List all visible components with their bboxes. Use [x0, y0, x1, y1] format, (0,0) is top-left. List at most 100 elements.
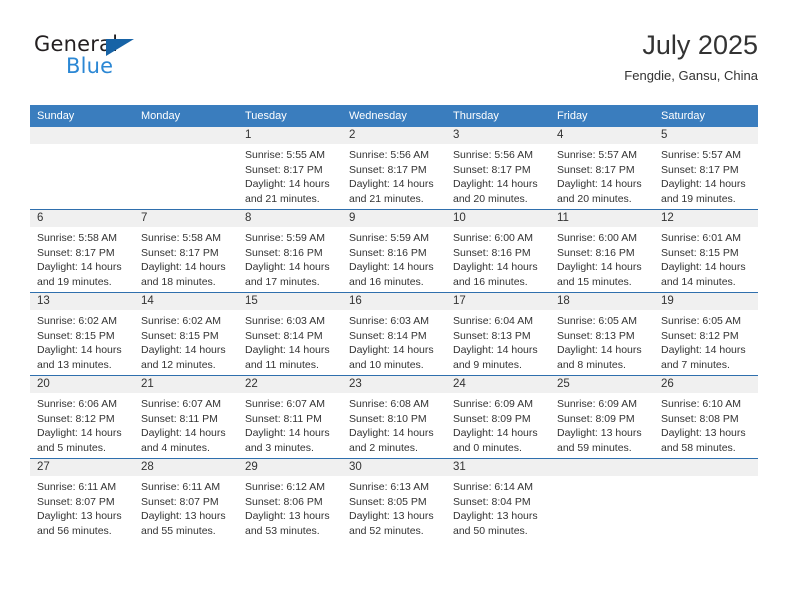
daylight-text: Daylight: 14 hours and 9 minutes.: [453, 344, 538, 371]
calendar-day-cell[interactable]: 10 Sunrise: 6:00 AM Sunset: 8:16 PM Dayligh…: [446, 209, 550, 293]
weekday-header-monday: Monday: [134, 105, 238, 127]
calendar-empty-cell: [30, 127, 134, 210]
calendar-day-cell[interactable]: 28 Sunrise: 6:11 AM Sunset: 8:07 PM Dayligh…: [134, 458, 238, 541]
calendar-day-cell[interactable]: 29 Sunrise: 6:12 AM Sunset: 8:06 PM Dayligh…: [238, 458, 342, 541]
daylight-text: Daylight: 13 hours and 59 minutes.: [557, 427, 642, 454]
calendar-day-cell[interactable]: 2 Sunrise: 5:56 AM Sunset: 8:17 PM Daylight…: [342, 127, 446, 210]
calendar-day-cell[interactable]: 27 Sunrise: 6:11 AM Sunset: 8:07 PM Dayligh…: [30, 458, 134, 541]
calendar-day-cell[interactable]: 23 Sunrise: 6:08 AM Sunset: 8:10 PM Dayligh…: [342, 375, 446, 459]
sunset-text: Sunset: 8:17 PM: [349, 163, 427, 176]
calendar-day-cell[interactable]: 8 Sunrise: 5:59 AM Sunset: 8:16 PM Daylight…: [238, 209, 342, 293]
calendar-day-cell[interactable]: 4 Sunrise: 5:57 AM Sunset: 8:17 PM Daylight…: [550, 127, 654, 210]
day-details: Sunrise: 5:57 AM Sunset: 8:17 PM Daylight:…: [654, 144, 758, 206]
daylight-text: Daylight: 14 hours and 19 minutes.: [661, 178, 746, 205]
calendar-day-cell[interactable]: 16 Sunrise: 6:03 AM Sunset: 8:14 PM Dayligh…: [342, 292, 446, 376]
sunset-text: Sunset: 8:17 PM: [141, 246, 219, 259]
calendar-day-cell[interactable]: 25 Sunrise: 6:09 AM Sunset: 8:09 PM Dayligh…: [550, 375, 654, 459]
sunrise-text: Sunrise: 6:07 AM: [141, 398, 221, 410]
day-details: Sunrise: 6:10 AM Sunset: 8:08 PM Daylight:…: [654, 393, 758, 455]
sunset-text: Sunset: 8:10 PM: [349, 412, 427, 425]
day-details: Sunrise: 6:12 AM Sunset: 8:06 PM Daylight:…: [238, 476, 342, 538]
calendar-day-cell[interactable]: 12 Sunrise: 6:01 AM Sunset: 8:15 PM Dayligh…: [654, 209, 758, 293]
daylight-text: Daylight: 14 hours and 16 minutes.: [349, 261, 434, 288]
calendar-empty-cell: [654, 458, 758, 541]
calendar-day-cell[interactable]: 1 Sunrise: 5:55 AM Sunset: 8:17 PM Daylight…: [238, 127, 342, 210]
sunrise-text: Sunrise: 6:00 AM: [453, 232, 533, 244]
calendar-day-cell[interactable]: 22 Sunrise: 6:07 AM Sunset: 8:11 PM Dayligh…: [238, 375, 342, 459]
day-number: 15: [238, 293, 342, 310]
day-details: Sunrise: 6:01 AM Sunset: 8:15 PM Daylight:…: [654, 227, 758, 289]
day-number: 17: [446, 293, 550, 310]
sunrise-text: Sunrise: 6:09 AM: [453, 398, 533, 410]
calendar-day-cell[interactable]: 13 Sunrise: 6:02 AM Sunset: 8:15 PM Dayligh…: [30, 292, 134, 376]
day-details: Sunrise: 6:02 AM Sunset: 8:15 PM Daylight:…: [30, 310, 134, 372]
title-block: July 2025 Fengdie, Gansu, China: [624, 28, 758, 86]
weekday-header-thursday: Thursday: [446, 105, 550, 127]
day-number: 24: [446, 376, 550, 393]
calendar-day-cell[interactable]: 14 Sunrise: 6:02 AM Sunset: 8:15 PM Dayligh…: [134, 292, 238, 376]
sunset-text: Sunset: 8:15 PM: [37, 329, 115, 342]
sunset-text: Sunset: 8:07 PM: [37, 495, 115, 508]
calendar-day-cell[interactable]: 11 Sunrise: 6:00 AM Sunset: 8:16 PM Dayligh…: [550, 209, 654, 293]
calendar-day-cell[interactable]: 21 Sunrise: 6:07 AM Sunset: 8:11 PM Dayligh…: [134, 375, 238, 459]
day-number: 12: [654, 210, 758, 227]
daylight-text: Daylight: 13 hours and 56 minutes.: [37, 510, 122, 537]
calendar-day-cell[interactable]: 31 Sunrise: 6:14 AM Sunset: 8:04 PM Dayligh…: [446, 458, 550, 541]
sunrise-text: Sunrise: 6:05 AM: [557, 315, 637, 327]
calendar-day-cell[interactable]: 18 Sunrise: 6:05 AM Sunset: 8:13 PM Dayligh…: [550, 292, 654, 376]
day-details: Sunrise: 5:55 AM Sunset: 8:17 PM Daylight:…: [238, 144, 342, 206]
calendar-day-cell[interactable]: 9 Sunrise: 5:59 AM Sunset: 8:16 PM Daylight…: [342, 209, 446, 293]
calendar-day-cell[interactable]: 20 Sunrise: 6:06 AM Sunset: 8:12 PM Dayligh…: [30, 375, 134, 459]
day-details: Sunrise: 5:58 AM Sunset: 8:17 PM Daylight:…: [134, 227, 238, 289]
sunrise-text: Sunrise: 6:12 AM: [245, 481, 325, 493]
day-details: Sunrise: 6:00 AM Sunset: 8:16 PM Daylight:…: [446, 227, 550, 289]
daylight-text: Daylight: 13 hours and 55 minutes.: [141, 510, 226, 537]
day-details: Sunrise: 6:09 AM Sunset: 8:09 PM Daylight:…: [446, 393, 550, 455]
day-number: 20: [30, 376, 134, 393]
day-number: 22: [238, 376, 342, 393]
sunset-text: Sunset: 8:17 PM: [453, 163, 531, 176]
sunrise-text: Sunrise: 6:02 AM: [37, 315, 117, 327]
day-number: 10: [446, 210, 550, 227]
daylight-text: Daylight: 14 hours and 2 minutes.: [349, 427, 434, 454]
day-details: Sunrise: 6:02 AM Sunset: 8:15 PM Daylight:…: [134, 310, 238, 372]
sunrise-text: Sunrise: 6:11 AM: [141, 481, 221, 493]
day-details: Sunrise: 6:03 AM Sunset: 8:14 PM Daylight:…: [238, 310, 342, 372]
sunset-text: Sunset: 8:14 PM: [245, 329, 323, 342]
calendar-day-cell[interactable]: 30 Sunrise: 6:13 AM Sunset: 8:05 PM Dayligh…: [342, 458, 446, 541]
calendar-day-cell[interactable]: 26 Sunrise: 6:10 AM Sunset: 8:08 PM Dayligh…: [654, 375, 758, 459]
calendar-table: Sunday Monday Tuesday Wednesday Thursday…: [30, 105, 758, 541]
sunset-text: Sunset: 8:15 PM: [661, 246, 739, 259]
day-number: 23: [342, 376, 446, 393]
calendar-day-cell[interactable]: 7 Sunrise: 5:58 AM Sunset: 8:17 PM Daylight…: [134, 209, 238, 293]
day-number: 5: [654, 127, 758, 144]
sunset-text: Sunset: 8:16 PM: [557, 246, 635, 259]
daylight-text: Daylight: 14 hours and 21 minutes.: [349, 178, 434, 205]
daylight-text: Daylight: 14 hours and 8 minutes.: [557, 344, 642, 371]
sunrise-text: Sunrise: 6:09 AM: [557, 398, 637, 410]
calendar-body: 1 Sunrise: 5:55 AM Sunset: 8:17 PM Daylight…: [30, 127, 758, 541]
day-number: 16: [342, 293, 446, 310]
calendar-day-cell[interactable]: 5 Sunrise: 5:57 AM Sunset: 8:17 PM Daylight…: [654, 127, 758, 210]
calendar-day-cell[interactable]: 6 Sunrise: 5:58 AM Sunset: 8:17 PM Daylight…: [30, 209, 134, 293]
calendar-week-row: 13 Sunrise: 6:02 AM Sunset: 8:15 PM Dayligh…: [30, 292, 758, 376]
day-details: Sunrise: 6:11 AM Sunset: 8:07 PM Daylight:…: [134, 476, 238, 538]
calendar-day-cell[interactable]: 3 Sunrise: 5:56 AM Sunset: 8:17 PM Daylight…: [446, 127, 550, 210]
day-details: Sunrise: 6:13 AM Sunset: 8:05 PM Daylight:…: [342, 476, 446, 538]
general-blue-logo[interactable]: General Blue: [34, 32, 234, 88]
day-number: 1: [238, 127, 342, 144]
sunrise-text: Sunrise: 6:00 AM: [557, 232, 637, 244]
daylight-text: Daylight: 14 hours and 15 minutes.: [557, 261, 642, 288]
day-number: 19: [654, 293, 758, 310]
calendar-day-cell[interactable]: 24 Sunrise: 6:09 AM Sunset: 8:09 PM Dayligh…: [446, 375, 550, 459]
calendar-day-cell[interactable]: 15 Sunrise: 6:03 AM Sunset: 8:14 PM Dayligh…: [238, 292, 342, 376]
daylight-text: Daylight: 14 hours and 20 minutes.: [453, 178, 538, 205]
day-details: Sunrise: 5:59 AM Sunset: 8:16 PM Daylight:…: [238, 227, 342, 289]
day-number: 27: [30, 459, 134, 476]
daylight-text: Daylight: 14 hours and 16 minutes.: [453, 261, 538, 288]
page-title: July 2025: [642, 30, 758, 60]
day-details: Sunrise: 6:14 AM Sunset: 8:04 PM Daylight:…: [446, 476, 550, 538]
calendar-day-cell[interactable]: 17 Sunrise: 6:04 AM Sunset: 8:13 PM Dayligh…: [446, 292, 550, 376]
weekday-header-wednesday: Wednesday: [342, 105, 446, 127]
calendar-day-cell[interactable]: 19 Sunrise: 6:05 AM Sunset: 8:12 PM Dayligh…: [654, 292, 758, 376]
